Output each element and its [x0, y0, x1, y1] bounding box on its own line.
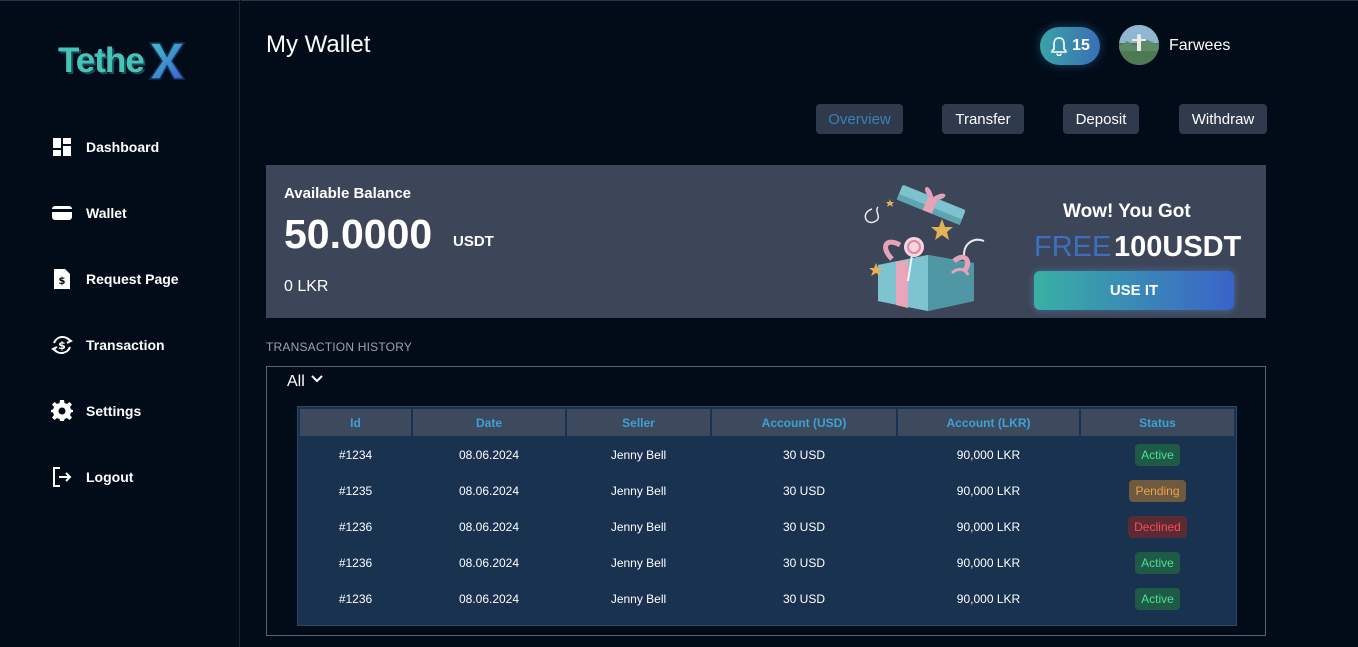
balance-label: Available Balance: [284, 185, 412, 202]
chevron-down-icon: [311, 375, 323, 383]
promo-title: Wow! You Got: [1063, 201, 1191, 222]
table-row[interactable]: #1236 08.06.2024 Jenny Bell 30 USD 90,000 LK…: [300, 510, 1234, 544]
status-badge: Active: [1135, 552, 1180, 574]
column-header-status[interactable]: Status: [1081, 409, 1234, 436]
sidebar-item-logout[interactable]: Logout: [50, 463, 179, 491]
cell-id: #1236: [338, 556, 373, 570]
column-header-seller[interactable]: Seller: [567, 409, 710, 436]
status-badge: Active: [1135, 588, 1180, 610]
tab-transfer[interactable]: Transfer: [942, 104, 1024, 134]
cell-status: Active: [1081, 546, 1234, 580]
sidebar-nav: Dashboard Wallet $ Request Page $ Transa…: [50, 133, 179, 529]
promo-free-label: FREE: [1034, 231, 1112, 263]
bell-icon: [1051, 37, 1067, 56]
dashboard-icon: [50, 135, 74, 159]
sidebar-item-settings[interactable]: Settings: [50, 397, 179, 425]
cell-account-usd: 30 USD: [782, 556, 826, 570]
cell-account-lkr: 90,000 LKR: [956, 484, 1021, 498]
sidebar-item-request-page[interactable]: $ Request Page: [50, 265, 179, 293]
main-content: My Wallet 15 Farwees Overview Transfer D…: [241, 0, 1358, 647]
wallet-icon: [50, 201, 74, 225]
column-header-account-lkr[interactable]: Account (LKR): [898, 409, 1079, 436]
balance-banner: Available Balance 50.0000 USDT 0 LKR Wow…: [266, 165, 1266, 318]
column-header-id[interactable]: Id: [300, 409, 411, 436]
svg-text:$: $: [58, 339, 66, 352]
sidebar-item-label: Settings: [86, 403, 142, 419]
document-icon: $: [50, 267, 74, 291]
transaction-history-panel: All Id Date Seller Account (USD) Account…: [266, 366, 1266, 636]
column-header-date[interactable]: Date: [413, 409, 565, 436]
sidebar-item-wallet[interactable]: Wallet: [50, 199, 179, 227]
notification-count: 15: [1072, 37, 1090, 54]
notification-button[interactable]: 15: [1040, 27, 1100, 65]
gear-icon: [50, 399, 74, 423]
gift-box-icon: [864, 185, 985, 311]
logout-icon: [50, 465, 74, 489]
cell-date: 08.06.2024: [458, 484, 520, 498]
cell-account-lkr: 90,000 LKR: [956, 592, 1021, 606]
table-row[interactable]: #1235 08.06.2024 Jenny Bell 30 USD 90,000 LK…: [300, 474, 1234, 508]
cell-seller: Jenny Bell: [610, 448, 667, 462]
cell-seller: Jenny Bell: [610, 520, 667, 534]
cell-status: Active: [1081, 582, 1234, 616]
transaction-history-label: TRANSACTION HISTORY: [266, 340, 413, 354]
sidebar-item-transaction[interactable]: $ Transaction: [50, 331, 179, 359]
sidebar-item-label: Logout: [86, 469, 134, 485]
cell-account-usd: 30 USD: [782, 448, 826, 462]
tab-deposit[interactable]: Deposit: [1063, 104, 1139, 134]
cell-account-lkr: 90,000 LKR: [956, 448, 1021, 462]
cell-account-lkr: 90,000 LKR: [956, 556, 1021, 570]
sidebar-item-label: Dashboard: [86, 139, 160, 155]
cell-status: Pending: [1081, 474, 1234, 508]
logo-x-mark: [148, 42, 186, 80]
balance-lkr: 0 LKR: [284, 278, 329, 295]
cell-status: Active: [1081, 438, 1234, 472]
promo-amount: 100USDT: [1114, 231, 1242, 263]
sidebar: Tethe Dashboard Wallet $ Request Page $ …: [0, 0, 240, 647]
sidebar-item-label: Transaction: [86, 337, 165, 353]
avatar[interactable]: [1119, 25, 1159, 65]
balance-value: 50.0000: [284, 211, 433, 257]
table-row[interactable]: #1234 08.06.2024 Jenny Bell 30 USD 90,000 LK…: [300, 438, 1234, 472]
page-title: My Wallet: [266, 31, 371, 58]
filter-value: All: [287, 373, 305, 390]
cell-date: 08.06.2024: [458, 448, 520, 462]
status-badge: Declined: [1128, 516, 1187, 538]
cell-account-usd: 30 USD: [782, 484, 826, 498]
use-it-button[interactable]: USE IT: [1034, 271, 1234, 310]
cell-id: #1234: [338, 448, 373, 462]
cell-seller: Jenny Bell: [610, 592, 667, 606]
filter-dropdown[interactable]: All: [287, 373, 323, 391]
sidebar-item-label: Wallet: [86, 205, 127, 221]
logo-text: Tethe: [58, 41, 145, 80]
table-row[interactable]: #1236 08.06.2024 Jenny Bell 30 USD 90,000 LK…: [300, 546, 1234, 580]
svg-text:$: $: [59, 276, 66, 287]
cell-account-usd: 30 USD: [782, 592, 826, 606]
cell-seller: Jenny Bell: [610, 484, 667, 498]
cell-account-lkr: 90,000 LKR: [956, 520, 1021, 534]
sidebar-item-label: Request Page: [86, 271, 179, 287]
tethex-logo[interactable]: Tethe: [58, 39, 188, 87]
table-header-row: Id Date Seller Account (USD) Account (LK…: [300, 409, 1234, 436]
cell-date: 08.06.2024: [458, 592, 520, 606]
table-row[interactable]: #1236 08.06.2024 Jenny Bell 30 USD 90,000 LK…: [300, 582, 1234, 616]
cell-date: 08.06.2024: [458, 520, 520, 534]
status-badge: Pending: [1129, 480, 1186, 502]
column-header-account-usd[interactable]: Account (USD): [712, 409, 896, 436]
sidebar-item-dashboard[interactable]: Dashboard: [50, 133, 179, 161]
transaction-table: Id Date Seller Account (USD) Account (LK…: [297, 406, 1237, 626]
status-badge: Active: [1135, 444, 1180, 466]
transaction-icon: $: [50, 333, 74, 357]
cell-id: #1235: [338, 484, 373, 498]
cell-id: #1236: [338, 520, 373, 534]
tab-overview[interactable]: Overview: [816, 104, 903, 134]
cell-date: 08.06.2024: [458, 556, 520, 570]
cell-status: Declined: [1081, 510, 1234, 544]
username[interactable]: Farwees: [1169, 37, 1230, 55]
cell-account-usd: 30 USD: [782, 520, 826, 534]
cell-id: #1236: [338, 592, 373, 606]
cell-seller: Jenny Bell: [610, 556, 667, 570]
tab-withdraw[interactable]: Withdraw: [1179, 104, 1267, 134]
balance-unit: USDT: [453, 233, 494, 250]
